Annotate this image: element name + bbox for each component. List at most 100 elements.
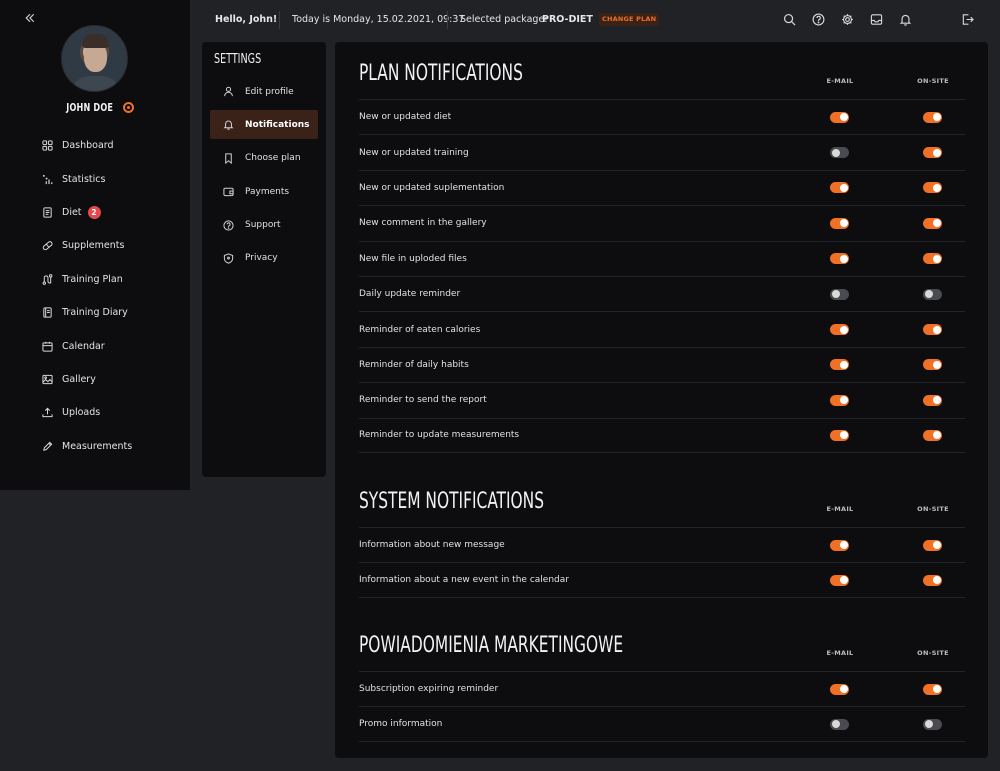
sidebar-item-calendar[interactable]: Calendar — [0, 329, 190, 362]
help-icon — [223, 219, 234, 231]
notification-label: Reminder to update measurements — [359, 430, 520, 441]
onsite-toggle[interactable] — [923, 111, 942, 123]
notification-row: Reminder of eaten calories — [359, 311, 965, 346]
email-toggle[interactable] — [830, 429, 849, 441]
top-bar: Hello, John! Today is Monday, 15.02.2021… — [190, 0, 1000, 40]
sidebar-item-label: Statistics — [62, 173, 106, 185]
sidebar-item-label: Uploads — [62, 407, 101, 419]
avatar[interactable] — [61, 25, 128, 92]
onsite-toggle[interactable] — [923, 253, 942, 265]
email-toggle[interactable] — [830, 111, 849, 123]
collapse-sidebar-icon[interactable] — [24, 12, 40, 28]
onsite-toggle[interactable] — [923, 147, 942, 159]
email-toggle[interactable] — [830, 394, 849, 406]
sidebar-item-statistics[interactable]: Statistics — [0, 162, 190, 195]
settings-menu: Edit profile Notifications Choose plan P… — [210, 77, 318, 277]
route-icon — [42, 273, 53, 285]
notification-label: Promo information — [359, 719, 443, 730]
settings-item-label: Edit profile — [245, 86, 294, 97]
onsite-toggle[interactable] — [923, 683, 942, 695]
email-toggle[interactable] — [830, 182, 849, 194]
divider — [447, 11, 448, 29]
section-title: SYSTEM NOTIFICATIONS — [359, 489, 545, 514]
settings-item-label: Notifications — [245, 119, 310, 130]
email-toggle[interactable] — [830, 324, 849, 336]
profile-settings-icon[interactable] — [122, 101, 134, 113]
bell-icon[interactable] — [899, 13, 913, 27]
email-toggle[interactable] — [830, 253, 849, 265]
sidebar: JOHN DOE Dashboard Statistics Diet 2 Sup… — [0, 0, 190, 490]
settings-item-label: Support — [245, 220, 281, 231]
date-text: Today is Monday, 15.02.2021, 09:37 — [292, 14, 465, 25]
sidebar-item-training-diary[interactable]: Training Diary — [0, 296, 190, 329]
pencil-icon — [42, 441, 53, 452]
sidebar-item-label: Calendar — [62, 340, 105, 352]
email-toggle[interactable] — [830, 147, 849, 159]
email-toggle[interactable] — [830, 718, 849, 730]
sidebar-item-diet[interactable]: Diet 2 — [0, 196, 190, 229]
email-toggle[interactable] — [830, 217, 849, 229]
chart-icon — [42, 174, 53, 185]
settings-item-edit-profile[interactable]: Edit profile — [210, 77, 318, 106]
settings-item-support[interactable]: Support — [210, 211, 318, 240]
grid-icon — [42, 140, 53, 151]
email-toggle[interactable] — [830, 683, 849, 695]
sidebar-item-measurements[interactable]: Measurements — [0, 430, 190, 463]
notification-row: Information about a new event in the cal… — [359, 562, 965, 598]
onsite-toggle[interactable] — [923, 324, 942, 336]
notification-row: Reminder of daily habits — [359, 346, 965, 382]
sidebar-item-label: Training Plan — [62, 273, 123, 285]
notification-row: New or updated suplementation — [359, 169, 965, 205]
settings-list: New or updated diet New or updated traini… — [359, 99, 965, 453]
sidebar-item-training-plan[interactable]: Training Plan — [0, 263, 190, 296]
logout-icon[interactable] — [961, 13, 975, 27]
package-label: Selected package: — [460, 14, 548, 25]
sidebar-item-gallery[interactable]: Gallery — [0, 363, 190, 396]
onsite-column-header: ON-SITE — [917, 649, 949, 657]
email-toggle[interactable] — [830, 574, 849, 586]
gear-icon[interactable] — [841, 13, 855, 27]
email-toggle[interactable] — [830, 288, 849, 300]
inbox-icon[interactable] — [870, 13, 884, 27]
image-icon — [42, 374, 53, 385]
email-toggle[interactable] — [830, 539, 849, 551]
onsite-toggle[interactable] — [923, 429, 942, 441]
change-plan-button[interactable]: CHANGE PLAN — [599, 13, 660, 26]
onsite-toggle[interactable] — [923, 539, 942, 551]
settings-list: Information about new message Information… — [359, 527, 965, 598]
notification-row: New comment in the gallery — [359, 205, 965, 240]
sidebar-item-dashboard[interactable]: Dashboard — [0, 129, 190, 162]
notification-row: Information about new message — [359, 527, 965, 562]
settings-list: Subscription expiring reminder Promo info… — [359, 671, 965, 742]
help-icon[interactable] — [812, 13, 826, 27]
sidebar-item-supplements[interactable]: Supplements — [0, 229, 190, 262]
email-toggle[interactable] — [830, 359, 849, 371]
divider — [279, 11, 280, 29]
sidebar-item-label: Diet — [62, 206, 82, 218]
onsite-column-header: ON-SITE — [917, 505, 949, 513]
sidebar-item-label: Gallery — [62, 373, 96, 385]
notification-row: Daily update reminder — [359, 275, 965, 311]
search-icon[interactable] — [783, 13, 797, 27]
settings-item-label: Payments — [245, 186, 290, 197]
onsite-toggle[interactable] — [923, 574, 942, 586]
settings-item-payments[interactable]: Payments — [210, 177, 318, 206]
settings-item-notifications[interactable]: Notifications — [210, 110, 318, 140]
onsite-toggle[interactable] — [923, 217, 942, 229]
settings-item-privacy[interactable]: Privacy — [210, 244, 318, 273]
notification-label: Reminder of eaten calories — [359, 324, 481, 335]
sidebar-item-label: Dashboard — [62, 140, 114, 152]
onsite-toggle[interactable] — [923, 718, 942, 730]
settings-item-choose-plan[interactable]: Choose plan — [210, 144, 318, 173]
onsite-toggle[interactable] — [923, 359, 942, 371]
greeting: Hello, John! — [215, 14, 278, 25]
onsite-toggle[interactable] — [923, 182, 942, 194]
notification-row: New or updated training — [359, 134, 965, 169]
onsite-toggle[interactable] — [923, 394, 942, 406]
sidebar-item-uploads[interactable]: Uploads — [0, 396, 190, 429]
section-title: PLAN NOTIFICATIONS — [359, 61, 523, 86]
document-icon — [42, 207, 53, 218]
notification-label: Information about a new event in the cal… — [359, 575, 569, 586]
onsite-toggle[interactable] — [923, 288, 942, 300]
onsite-column-header: ON-SITE — [917, 77, 949, 85]
